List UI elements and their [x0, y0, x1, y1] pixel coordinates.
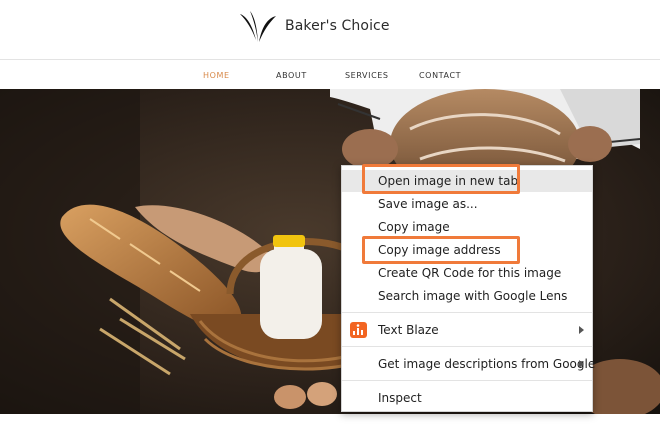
menu-image-descriptions[interactable]: Get image descriptions from Google [342, 353, 596, 375]
context-menu: Open image in new tab Save image as... C… [341, 165, 596, 412]
menu-separator [342, 346, 592, 347]
menu-item-label: Save image as... [378, 197, 478, 211]
menu-item-label: Text Blaze [378, 323, 439, 337]
nav-about[interactable]: ABOUT [276, 71, 307, 80]
menu-item-label: Get image descriptions from Google [378, 357, 596, 371]
menu-item-label: Search image with Google Lens [378, 289, 568, 303]
menu-copy-image-address[interactable]: Copy image address [342, 239, 592, 261]
main-nav: HOME ABOUT SERVICES CONTACT [0, 59, 660, 90]
menu-save-image-as[interactable]: Save image as... [342, 193, 592, 215]
menu-inspect[interactable]: Inspect [342, 387, 592, 409]
site-header: Baker's Choice [0, 0, 660, 58]
menu-item-label: Copy image address [378, 243, 501, 257]
submenu-arrow-icon [579, 360, 584, 368]
menu-open-image-new-tab[interactable]: Open image in new tab [342, 170, 592, 192]
menu-copy-image[interactable]: Copy image [342, 216, 592, 238]
wing-leaf-logo-icon[interactable] [238, 10, 278, 44]
menu-item-label: Create QR Code for this image [378, 266, 562, 280]
menu-item-label: Inspect [378, 391, 422, 405]
menu-text-blaze[interactable]: Text Blaze [342, 319, 592, 341]
menu-item-label: Open image in new tab [378, 174, 519, 188]
nav-home[interactable]: HOME [203, 71, 230, 80]
text-blaze-icon [350, 322, 367, 338]
brand-name[interactable]: Baker's Choice [285, 18, 390, 34]
menu-separator [342, 312, 592, 313]
menu-item-label: Copy image [378, 220, 450, 234]
page-bottom [0, 414, 660, 427]
nav-services[interactable]: SERVICES [345, 71, 389, 80]
nav-contact[interactable]: CONTACT [419, 71, 461, 80]
menu-create-qr-code[interactable]: Create QR Code for this image [342, 262, 592, 284]
submenu-arrow-icon [579, 326, 584, 334]
menu-search-google-lens[interactable]: Search image with Google Lens [342, 285, 592, 307]
menu-separator [342, 380, 592, 381]
